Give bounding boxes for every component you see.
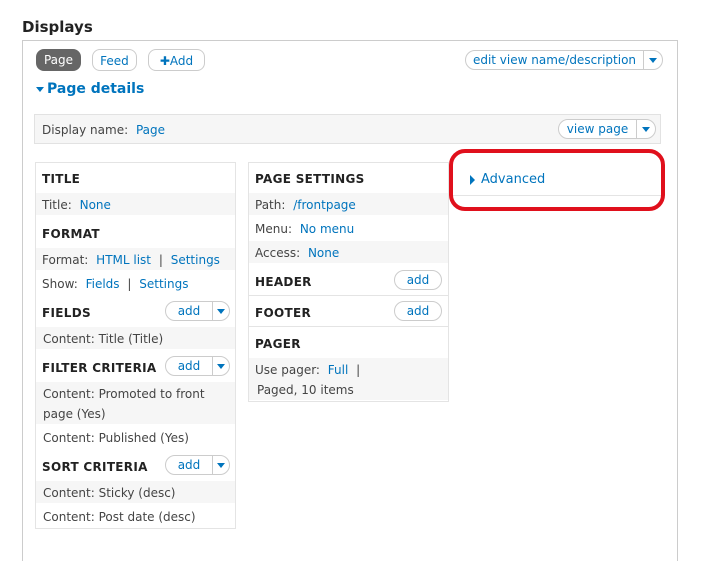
format-heading: FORMAT: [42, 227, 100, 241]
display-name-link[interactable]: Page: [136, 123, 165, 137]
add-display-label: Add: [169, 54, 194, 68]
menu-row: Menu: No menu: [255, 222, 354, 236]
filter-heading: FILTER CRITERIA: [42, 361, 157, 375]
use-pager-value-link[interactable]: Full: [328, 363, 349, 377]
display-name-label: Display name:: [42, 123, 129, 137]
chevron-down-icon[interactable]: [212, 302, 229, 320]
filter-item2-link[interactable]: Content: Published (Yes): [43, 431, 189, 445]
format-row: Format: HTML list | Settings: [42, 253, 220, 267]
sort-add-button[interactable]: add: [165, 455, 230, 475]
chevron-down-icon[interactable]: [643, 51, 662, 69]
page-settings-heading: PAGE SETTINGS: [255, 172, 365, 186]
displays-heading: Displays: [22, 18, 93, 36]
path-row: Path: /frontpage: [255, 198, 356, 212]
title-row: Title: None: [42, 198, 111, 212]
chevron-down-icon[interactable]: [212, 456, 229, 474]
format-settings-link[interactable]: Settings: [171, 253, 220, 267]
tab-feed[interactable]: Feed: [92, 49, 137, 71]
collapse-triangle-icon: [36, 86, 44, 92]
sort-item1-link[interactable]: Content: Sticky (desc): [43, 486, 176, 500]
show-label: Show:: [42, 277, 78, 291]
path-label: Path:: [255, 198, 286, 212]
use-pager-row: Use pager: Full |: [255, 363, 360, 377]
fields-add-label: add: [177, 304, 201, 318]
pager-detail-link[interactable]: Paged, 10 items: [257, 383, 354, 397]
filter-item1-link-b[interactable]: page (Yes): [43, 407, 106, 421]
chevron-down-icon[interactable]: [212, 357, 229, 375]
page-details-toggle[interactable]: Page details: [36, 81, 144, 97]
sort-heading: SORT CRITERIA: [42, 460, 148, 474]
show-value-link[interactable]: Fields: [86, 277, 120, 291]
menu-value-link[interactable]: No menu: [300, 222, 354, 236]
add-display-button[interactable]: ✚Add: [148, 49, 205, 71]
footer-add-button[interactable]: add: [394, 301, 442, 321]
filter-add-button[interactable]: add: [165, 356, 230, 376]
tab-page[interactable]: Page: [36, 49, 81, 71]
sort-add-label: add: [177, 458, 201, 472]
filter-item1-link-a[interactable]: Content: Promoted to front: [43, 387, 205, 401]
highlight-annotation: [449, 149, 665, 211]
divider: [249, 326, 448, 327]
header-add-button[interactable]: add: [394, 270, 442, 290]
pager-heading: PAGER: [255, 337, 301, 351]
format-value-link[interactable]: HTML list: [96, 253, 151, 267]
footer-heading: FOOTER: [255, 306, 312, 320]
separator: |: [158, 253, 163, 267]
access-label: Access:: [255, 246, 301, 260]
divider: [249, 295, 448, 296]
separator: |: [127, 277, 132, 291]
fields-add-button[interactable]: add: [165, 301, 230, 321]
fields-item-link[interactable]: Content: Title (Title): [43, 332, 163, 346]
edit-view-name-button[interactable]: edit view name/description: [465, 50, 663, 70]
title-value-link[interactable]: None: [80, 198, 111, 212]
fields-heading: FIELDS: [42, 306, 91, 320]
path-value-link[interactable]: /frontpage: [293, 198, 356, 212]
access-value-link[interactable]: None: [308, 246, 339, 260]
plus-icon: ✚: [159, 54, 170, 68]
view-page-button[interactable]: view page: [558, 119, 656, 139]
use-pager-label: Use pager:: [255, 363, 320, 377]
show-row: Show: Fields | Settings: [42, 277, 188, 291]
sort-item2-link[interactable]: Content: Post date (desc): [43, 510, 196, 524]
display-name-row: Display name: Page: [42, 123, 165, 137]
view-page-label: view page: [566, 122, 629, 136]
menu-label: Menu:: [255, 222, 292, 236]
separator: |: [356, 363, 361, 377]
format-label: Format:: [42, 253, 89, 267]
filter-add-label: add: [177, 359, 201, 373]
title-label: Title:: [42, 198, 72, 212]
page-details-label: Page details: [47, 81, 145, 97]
access-row: Access: None: [255, 246, 339, 260]
edit-view-name-label: edit view name/description: [472, 53, 637, 67]
chevron-down-icon[interactable]: [636, 120, 655, 138]
header-heading: HEADER: [255, 275, 312, 289]
header-add-label: add: [406, 273, 430, 287]
title-heading: TITLE: [42, 172, 81, 186]
show-settings-link[interactable]: Settings: [139, 277, 188, 291]
footer-add-label: add: [406, 304, 430, 318]
